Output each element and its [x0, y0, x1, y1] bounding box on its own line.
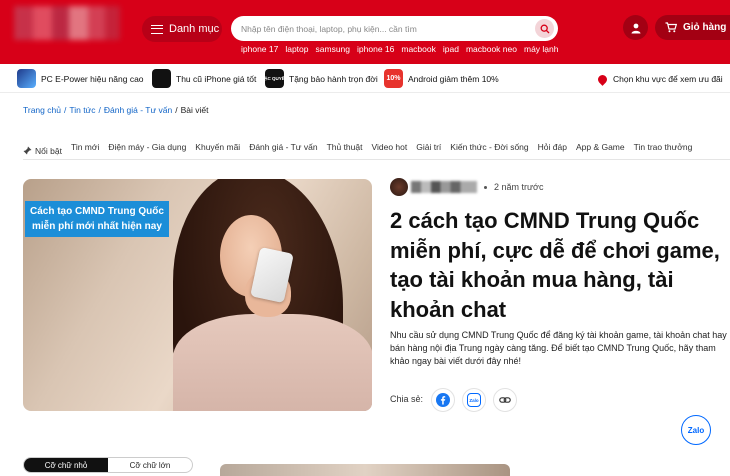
link-icon: [499, 397, 511, 403]
account-button[interactable]: [623, 15, 648, 40]
hero-caption-line: Cách tạo CMND Trung Quốc: [30, 206, 164, 217]
hero-caption-line: miễn phí mới nhất hiện nay: [32, 221, 162, 232]
top-header: Danh mục iphone 17 laptop samsung iphone…: [0, 0, 730, 64]
promo-item[interactable]: Thu cũ iPhone giá tốt: [152, 69, 256, 88]
share-label: Chia sẻ:: [390, 394, 424, 404]
breadcrumb-separator: /: [98, 105, 101, 115]
breadcrumb: Trang chủ / Tin tức / Đánh giá - Tư vấn / Bài …: [23, 105, 209, 115]
promo-text: Thu cũ iPhone giá tốt: [176, 73, 257, 84]
suggestion-link[interactable]: samsung: [316, 44, 351, 54]
cart-icon: [665, 22, 677, 33]
warranty-badge-icon: ĐẶC QUYỀN: [261, 69, 288, 88]
search-button[interactable]: [535, 19, 554, 38]
facebook-icon: [436, 393, 450, 407]
nav-item[interactable]: Điện máy - Gia dụng: [108, 142, 186, 159]
suggestion-link[interactable]: macbook: [401, 44, 436, 54]
suggestion-link[interactable]: iphone 16: [357, 44, 394, 54]
nav-item[interactable]: Video hot: [371, 142, 407, 159]
nav-item[interactable]: Hỏi đáp: [538, 142, 567, 159]
font-large-option[interactable]: Cỡ chữ lớn: [108, 458, 192, 472]
breadcrumb-link[interactable]: Đánh giá - Tư vấn: [104, 105, 172, 115]
font-small-option[interactable]: Cỡ chữ nhỏ: [24, 458, 108, 472]
share-zalo-button[interactable]: Zalo: [462, 388, 486, 412]
zalo-chat-float-button[interactable]: Zalo: [681, 415, 711, 445]
nav-item[interactable]: Thủ thuật: [327, 142, 363, 159]
breadcrumb-separator: /: [175, 105, 178, 115]
location-pin-icon: [596, 72, 609, 86]
suggestion-link[interactable]: máy lạnh: [524, 44, 559, 54]
nav-item[interactable]: Tin trao thưởng: [634, 142, 693, 159]
article-hero-image: Cách tạo CMND Trung Quốc miễn phí mới nh…: [23, 179, 372, 411]
location-text: Chọn khu vực để xem ưu đãi: [613, 74, 723, 84]
breadcrumb-link[interactable]: Trang chủ: [23, 105, 61, 115]
promo-text: Tặng bảo hành trọn đời: [289, 73, 378, 84]
nav-item[interactable]: Kiến thức - Đời sống: [450, 142, 528, 159]
apple-icon: [152, 69, 171, 88]
user-icon: [631, 23, 640, 33]
zalo-share-label: Zalo: [469, 398, 479, 403]
article-description: Nhu cầu sử dụng CMND Trung Quốc để đăng …: [390, 330, 727, 366]
share-facebook-button[interactable]: [431, 388, 455, 412]
nav-item[interactable]: Giải trí: [416, 142, 441, 159]
suggestion-link[interactable]: iphone 17: [241, 44, 278, 54]
promo-item[interactable]: ĐẶC QUYỀN Tặng bảo hành trọn đời: [261, 69, 378, 88]
promo-text: Android giảm thêm 10%: [408, 73, 499, 84]
author-name[interactable]: [411, 181, 477, 193]
hero-caption: Cách tạo CMND Trung Quốc miễn phí mới nh…: [25, 201, 169, 237]
suggestion-link[interactable]: laptop: [285, 44, 308, 54]
zalo-float-label: Zalo: [687, 425, 705, 435]
nav-item[interactable]: Đánh giá - Tư vấn: [249, 142, 317, 159]
nav-item[interactable]: Khuyến mãi: [195, 142, 240, 159]
breadcrumb-link[interactable]: Tin tức: [69, 105, 95, 115]
suggestion-link[interactable]: ipad: [443, 44, 459, 54]
author-avatar[interactable]: [390, 178, 408, 196]
published-time: 2 năm trước: [494, 182, 544, 192]
breadcrumb-separator: /: [63, 105, 67, 115]
hamburger-icon: [151, 24, 163, 34]
pc-promo-icon: [17, 69, 36, 88]
copy-link-button[interactable]: [493, 388, 517, 412]
cart-button[interactable]: Giỏ hàng: [655, 15, 730, 40]
search-icon: [540, 24, 549, 33]
promo-item[interactable]: 10% Android giảm thêm 10%: [384, 69, 499, 88]
font-size-toggle: Cỡ chữ nhỏ Cỡ chữ lớn: [23, 457, 193, 473]
site-logo[interactable]: [14, 6, 120, 40]
hero-photo-body: [173, 314, 372, 411]
nav-item[interactable]: App & Game: [576, 142, 625, 159]
article-title: 2 cách tạo CMND Trung Quốc miễn phí, cực…: [390, 208, 720, 322]
cart-label: Giỏ hàng: [683, 22, 727, 33]
meta-separator: [484, 186, 487, 189]
promo-strip: PC E-Power hiệu năng cao Thu cũ iPhone g…: [0, 64, 730, 93]
discount-badge-icon: 10%: [384, 69, 403, 88]
article-body-image: [220, 464, 510, 476]
category-menu-button[interactable]: Danh mục: [142, 16, 222, 42]
promo-item[interactable]: PC E-Power hiệu năng cao: [17, 69, 144, 88]
search-input[interactable]: [241, 23, 531, 34]
nav-item[interactable]: Tin mới: [71, 142, 99, 159]
category-nav: Nổi bật Tin mới Điện máy - Gia dụng Khuy…: [23, 142, 730, 160]
pin-icon: [23, 146, 32, 155]
suggestion-link[interactable]: macbook neo: [466, 44, 517, 54]
breadcrumb-current: Bài viết: [180, 105, 209, 115]
category-menu-label: Danh mục: [169, 23, 220, 35]
nav-label: Nổi bật: [35, 145, 62, 156]
zalo-icon: Zalo: [467, 393, 481, 407]
location-selector[interactable]: Chọn khu vực để xem ưu đãi: [596, 72, 723, 86]
search-bar: [231, 16, 558, 41]
search-suggestions: iphone 17 laptop samsung iphone 16 macbo…: [241, 44, 558, 54]
promo-text: PC E-Power hiệu năng cao: [41, 73, 144, 84]
nav-item-featured[interactable]: Nổi bật: [23, 142, 62, 159]
